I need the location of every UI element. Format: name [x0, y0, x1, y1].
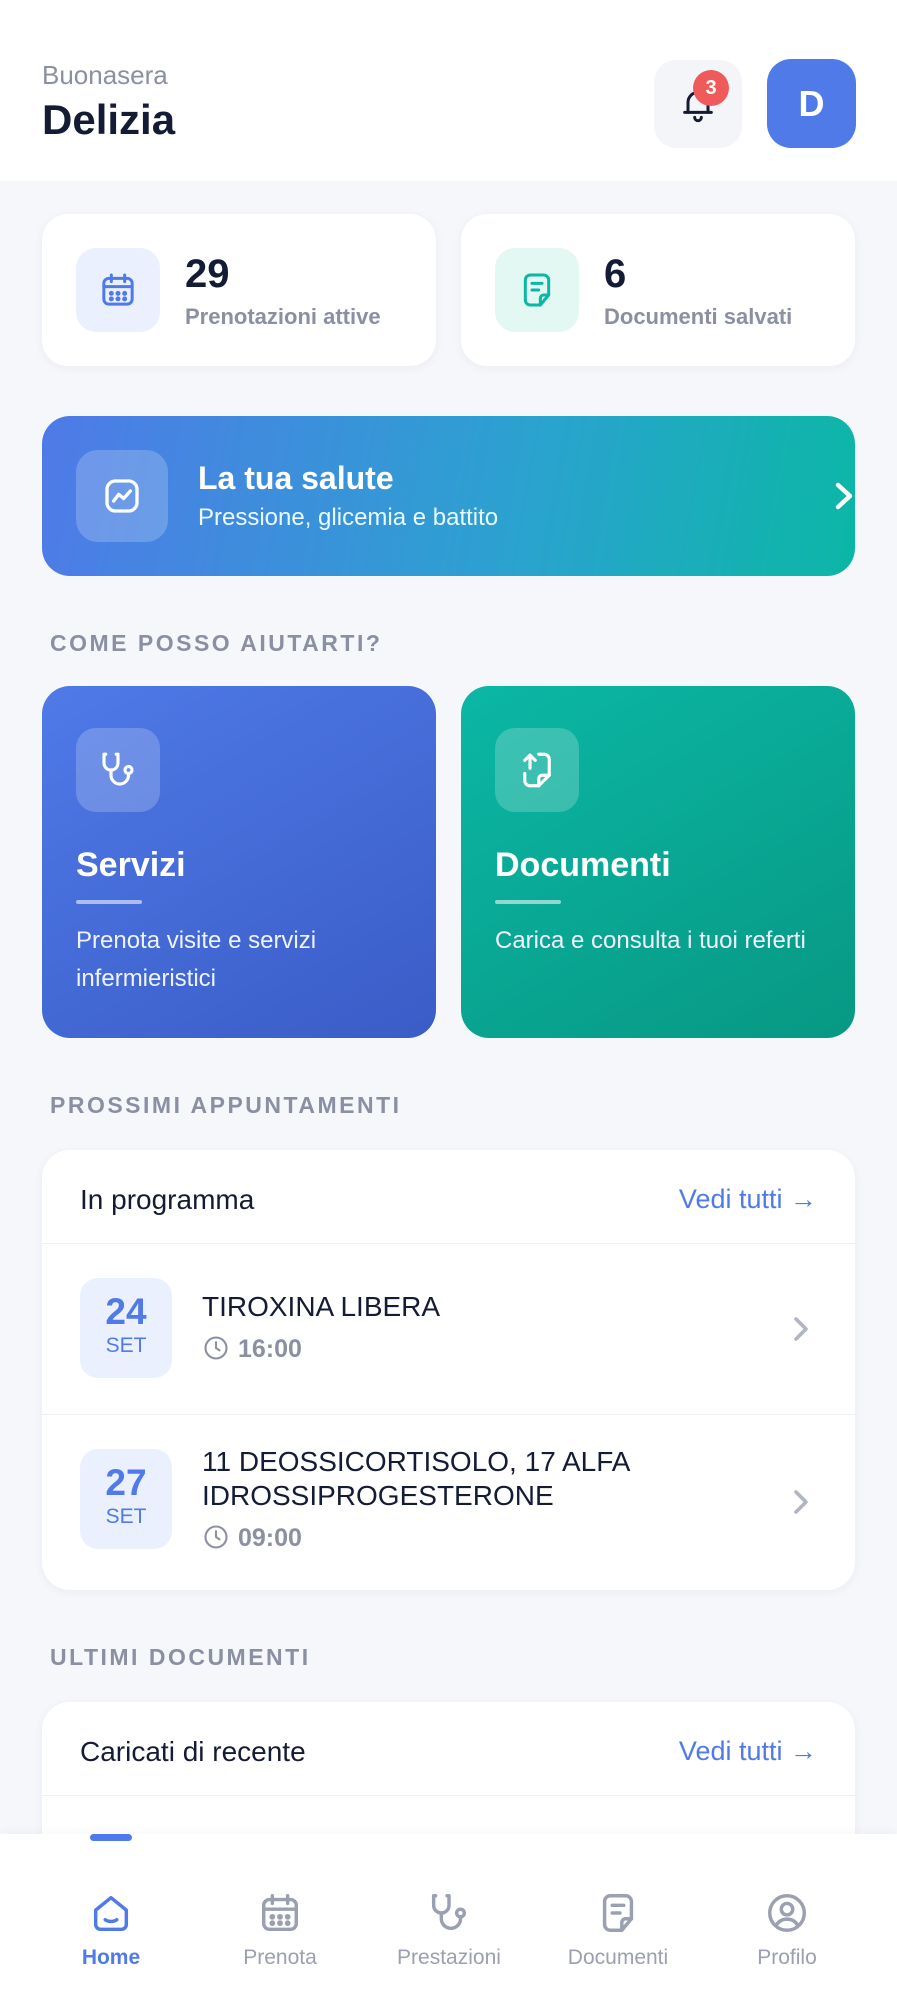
appointment-name: TIROXINA LIBERA — [202, 1291, 441, 1322]
divider — [495, 900, 561, 904]
services-card-title: Servizi — [76, 846, 186, 884]
bottom-tab-bar: Home Prenota Prestazioni Documenti Profi… — [0, 1834, 897, 2000]
calendar-icon — [102, 273, 134, 306]
stat-label: Documenti salvati — [604, 304, 793, 329]
calendar-icon — [261, 1894, 299, 1932]
clock-icon — [204, 1525, 228, 1549]
tab-label: Prenota — [243, 1946, 317, 1969]
panel-title: In programma — [80, 1184, 255, 1215]
tab-label: Documenti — [567, 1946, 669, 1969]
appointments-panel: In programma Vedi tutti → 24 SET TIROXIN… — [42, 1150, 855, 1590]
chevron-right-icon — [794, 1317, 808, 1341]
section-label-help: COME POSSO AIUTARTI? — [50, 630, 383, 656]
chevron-right-icon — [835, 482, 853, 510]
date-month: SET — [105, 1505, 147, 1528]
appointment-time-text: 16:00 — [238, 1335, 302, 1363]
tab-label: Prestazioni — [397, 1946, 501, 1969]
stat-value: 6 — [604, 252, 627, 296]
upload-document-icon — [523, 752, 551, 788]
clock-icon — [204, 1336, 228, 1360]
appointment-name: 11 DEOSSICORTISOLO, 17 ALFA IDROSSIPROGE… — [202, 1446, 629, 1511]
document-icon — [602, 1894, 634, 1932]
panel-title: Caricati di recente — [80, 1736, 306, 1767]
panel-header: Caricati di recente Vedi tutti → — [42, 1702, 855, 1796]
appointment-time: 09:00 — [202, 1523, 302, 1553]
action-icon-box — [495, 728, 579, 812]
stat-label: Prenotazioni attive — [185, 304, 381, 329]
stethoscope-icon — [102, 752, 134, 786]
document-icon — [523, 273, 551, 307]
see-all-appointments-link[interactable]: Vedi tutti → — [679, 1184, 817, 1215]
greeting-text: Buonasera — [42, 60, 168, 90]
stat-value: 29 — [185, 252, 230, 296]
divider — [76, 900, 142, 904]
home-icon — [93, 1895, 129, 1932]
health-banner-subtitle: Pressione, glicemia e battito — [198, 504, 499, 531]
appointment-row[interactable]: 24 SET TIROXINA LIBERA 16:00 — [42, 1244, 855, 1414]
user-name: Delizia — [42, 96, 176, 143]
date-day: 27 — [105, 1462, 147, 1503]
action-icon-box — [76, 728, 160, 812]
profile-icon — [768, 1894, 806, 1932]
documents-card[interactable]: Documenti Carica e consulta i tuoi refer… — [461, 686, 855, 1038]
tab-documenti[interactable]: Documenti — [533, 1858, 703, 1978]
app-header: Buonasera Delizia 3 D — [0, 0, 897, 181]
date-month: SET — [105, 1334, 147, 1357]
date-badge: 27 SET — [80, 1449, 172, 1549]
avatar[interactable]: D — [767, 59, 856, 148]
documents-card-title: Documenti — [495, 846, 671, 884]
stethoscope-icon — [431, 1894, 467, 1931]
notifications-button[interactable] — [654, 60, 742, 148]
appointment-row[interactable]: 27 SET 11 DEOSSICORTISOLO, 17 ALFA IDROS… — [42, 1414, 855, 1590]
date-day: 24 — [105, 1291, 147, 1332]
tab-home[interactable]: Home — [26, 1858, 196, 1978]
stat-icon-box — [76, 248, 160, 332]
health-banner[interactable]: La tua salute Pressione, glicemia e batt… — [42, 416, 855, 576]
appointment-time-text: 09:00 — [238, 1524, 302, 1552]
date-badge: 24 SET — [80, 1278, 172, 1378]
see-all-documents-link[interactable]: Vedi tutti → — [679, 1736, 817, 1767]
appointment-time: 16:00 — [202, 1334, 302, 1364]
panel-header: In programma Vedi tutti → — [42, 1150, 855, 1244]
tab-label: Profilo — [757, 1946, 817, 1969]
health-icon-box — [76, 450, 168, 542]
active-tab-indicator — [90, 1834, 132, 1841]
tab-prenota[interactable]: Prenota — [195, 1858, 365, 1978]
notification-badge: 3 — [693, 70, 729, 106]
section-label-appointments: PROSSIMI APPUNTAMENTI — [50, 1092, 402, 1118]
stat-card-bookings[interactable]: 29 Prenotazioni attive — [42, 214, 436, 366]
health-banner-title: La tua salute — [198, 460, 394, 496]
services-card[interactable]: Servizi Prenota visite e servizi infermi… — [42, 686, 436, 1038]
chart-trend-icon — [105, 479, 139, 513]
tab-profilo[interactable]: Profilo — [702, 1858, 872, 1978]
documents-card-subtitle: Carica e consulta i tuoi referti — [495, 927, 806, 954]
tab-prestazioni[interactable]: Prestazioni — [364, 1858, 534, 1978]
section-label-documents: ULTIMI DOCUMENTI — [50, 1644, 311, 1670]
services-card-subtitle: Prenota visite e servizi infermieristici — [76, 927, 317, 992]
stat-card-documents[interactable]: 6 Documenti salvati — [461, 214, 855, 366]
chevron-right-icon — [794, 1490, 808, 1514]
stat-icon-box — [495, 248, 579, 332]
tab-label: Home — [81, 1946, 141, 1969]
